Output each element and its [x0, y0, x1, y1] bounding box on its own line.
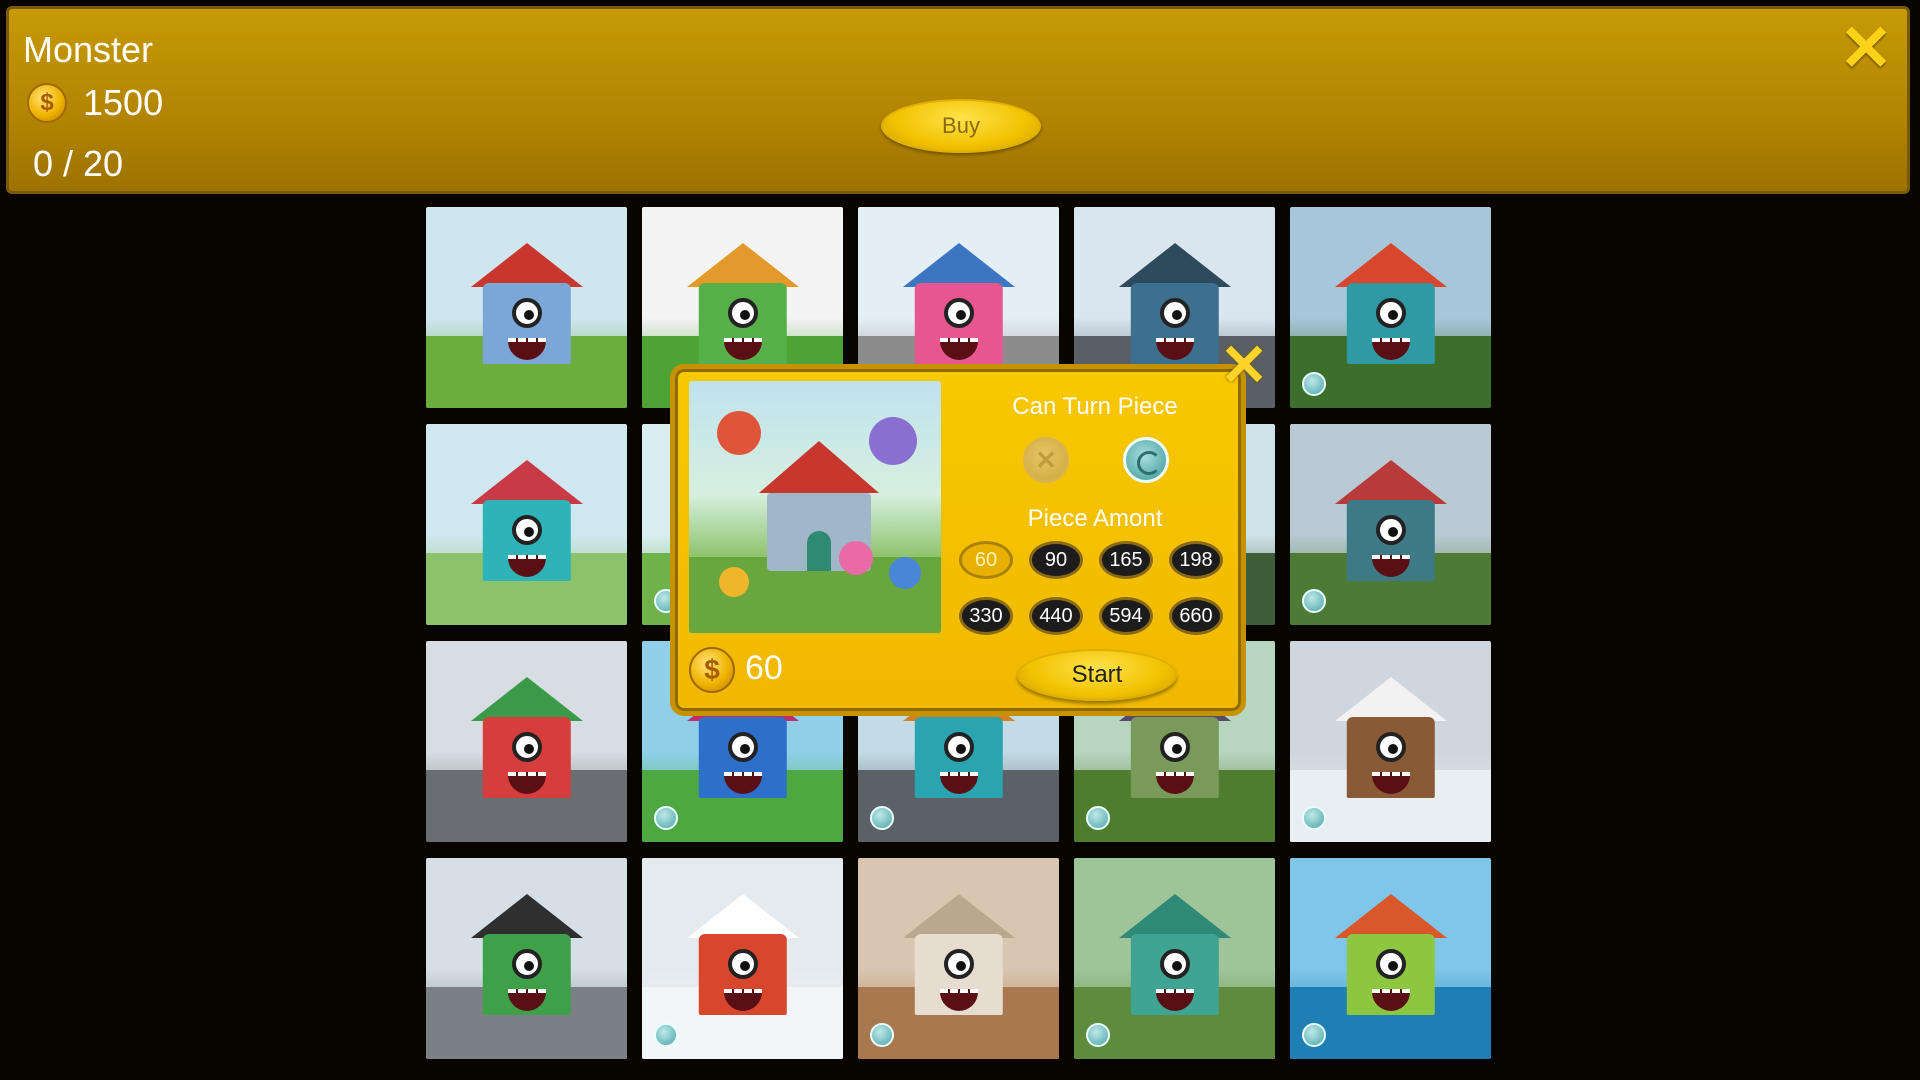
monster-eye: [727, 731, 758, 762]
piece-option-button[interactable]: 90: [1029, 541, 1083, 579]
category-title: Monster: [23, 29, 154, 70]
piece-amount-label: Piece Amont: [1027, 505, 1163, 532]
monster-eye: [943, 731, 974, 762]
tile-roof: [1334, 677, 1447, 722]
tile-roof: [1118, 243, 1231, 288]
monster-eye: [511, 297, 542, 328]
tile-roof: [470, 460, 583, 505]
tile-roof: [1334, 894, 1447, 939]
tile-roof: [1334, 460, 1447, 505]
top-bar: Monster $ 1500 0 / 20 Buy ✕: [6, 6, 1910, 194]
monster-eye: [511, 948, 542, 979]
puzzle-preview-image: [689, 381, 941, 633]
puzzle-tile[interactable]: [1290, 641, 1491, 842]
close-icon[interactable]: ✕: [1218, 337, 1270, 395]
monster-eye: [943, 948, 974, 979]
puzzle-tile[interactable]: [426, 641, 627, 842]
rotate-icon: [1086, 1023, 1110, 1047]
monster-eye: [1159, 297, 1190, 328]
rotate-icon: [870, 1023, 894, 1047]
tile-roof: [470, 894, 583, 939]
monster-eye: [1375, 514, 1406, 545]
buy-button[interactable]: Buy: [881, 99, 1041, 153]
piece-option-button[interactable]: 594: [1099, 597, 1153, 635]
rotate-icon: [1302, 1023, 1326, 1047]
close-icon[interactable]: ✕: [1839, 16, 1893, 80]
piece-option-button[interactable]: 440: [1029, 597, 1083, 635]
coin-amount: 1500: [83, 82, 164, 123]
completion-counter: 0 / 20: [33, 143, 124, 184]
coin-balance: $ 1500: [27, 79, 163, 127]
tile-roof: [1118, 894, 1231, 939]
puzzle-cost: 60: [745, 649, 783, 687]
puzzle-tile[interactable]: [1074, 858, 1275, 1059]
puzzle-tile[interactable]: [1290, 207, 1491, 408]
piece-option-button[interactable]: 165: [1099, 541, 1153, 579]
coin-icon: $: [27, 83, 67, 123]
rotate-icon: [1302, 806, 1326, 830]
puzzle-setup-dialog: Can Turn Piece ✕ Piece Amont 60 90 165 198 3…: [670, 364, 1246, 716]
piece-option-button[interactable]: 660: [1169, 597, 1223, 635]
turn-off-toggle[interactable]: ✕: [1023, 437, 1069, 483]
monster-eye: [1375, 948, 1406, 979]
monster-eye: [1375, 731, 1406, 762]
rotate-icon: [654, 806, 678, 830]
monster-eye: [943, 297, 974, 328]
rotate-icon: [1302, 589, 1326, 613]
tile-roof: [686, 894, 799, 939]
puzzle-tile[interactable]: [426, 858, 627, 1059]
puzzle-tile[interactable]: [426, 424, 627, 625]
monster-eye: [1159, 948, 1190, 979]
rotate-icon: [654, 1023, 678, 1047]
tile-roof: [902, 894, 1015, 939]
puzzle-tile[interactable]: [858, 858, 1059, 1059]
puzzle-tile[interactable]: [1290, 424, 1491, 625]
tile-roof: [686, 243, 799, 288]
monster-eye: [727, 948, 758, 979]
monster-eye: [511, 514, 542, 545]
piece-amount-options: 60 90 165 198 330 440 594 660: [959, 541, 1223, 635]
coin-icon: $: [689, 647, 735, 693]
puzzle-tile[interactable]: [1290, 858, 1491, 1059]
tile-roof: [902, 243, 1015, 288]
piece-option-button[interactable]: 330: [959, 597, 1013, 635]
piece-option-button[interactable]: 198: [1169, 541, 1223, 579]
monster-eye: [1375, 297, 1406, 328]
x-icon: ✕: [1035, 444, 1057, 475]
rotate-icon[interactable]: [1123, 437, 1169, 483]
monster-eye: [727, 297, 758, 328]
piece-option-button[interactable]: 60: [959, 541, 1013, 579]
puzzle-tile[interactable]: [642, 858, 843, 1059]
tile-roof: [470, 243, 583, 288]
tile-roof: [470, 677, 583, 722]
can-turn-piece-label: Can Turn Piece: [1012, 393, 1178, 420]
monster-eye: [511, 731, 542, 762]
start-button[interactable]: Start: [1017, 649, 1177, 701]
monster-eye: [1159, 731, 1190, 762]
tile-roof: [1334, 243, 1447, 288]
rotate-icon: [1302, 372, 1326, 396]
puzzle-tile[interactable]: [426, 207, 627, 408]
rotate-icon: [870, 806, 894, 830]
rotate-icon: [1086, 806, 1110, 830]
